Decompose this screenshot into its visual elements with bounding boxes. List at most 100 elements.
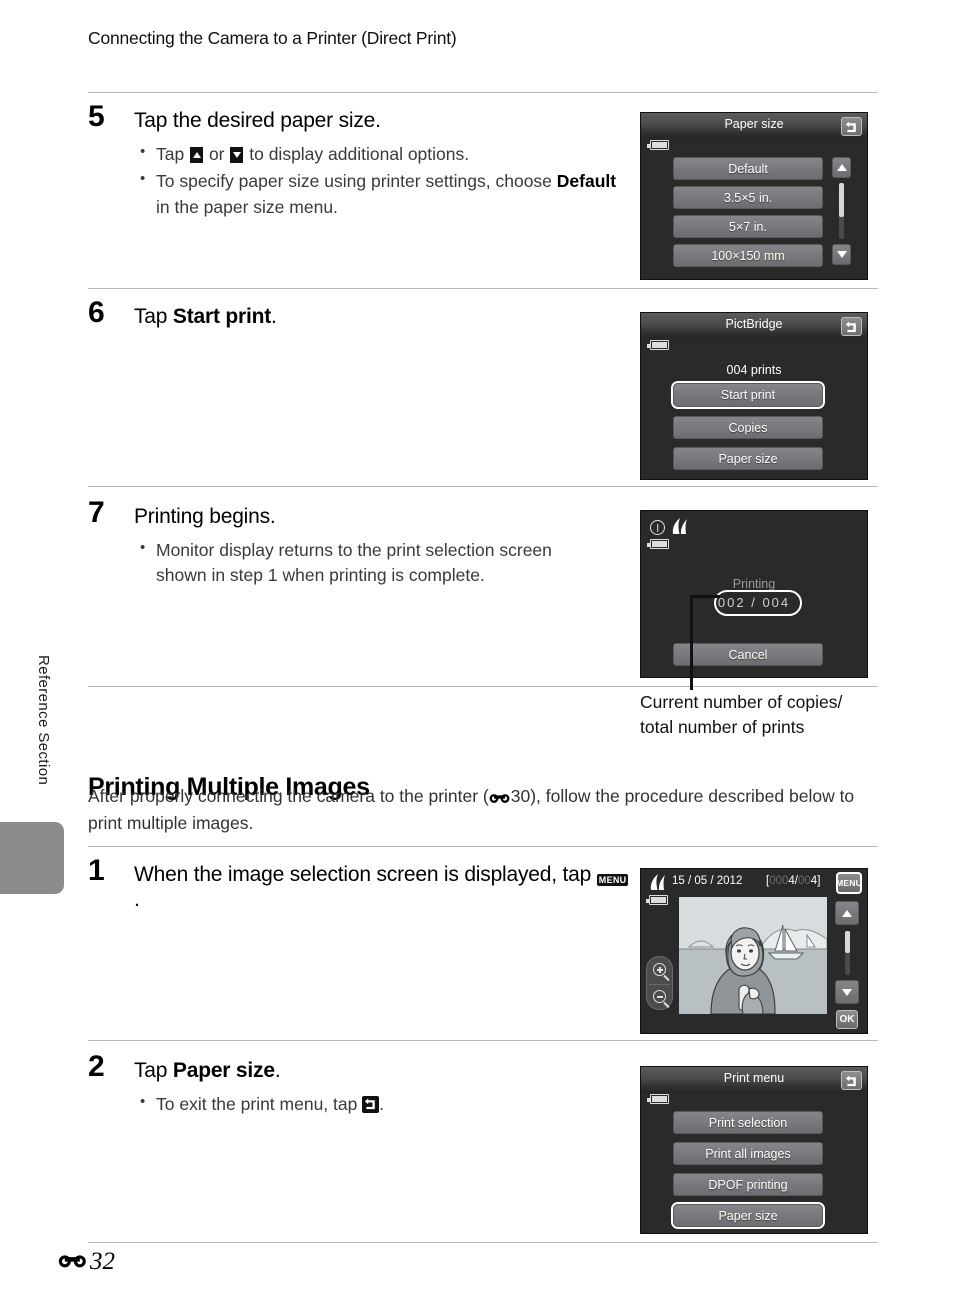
callout-leader-vertical (690, 595, 693, 690)
paper-size-option-default[interactable]: Default (673, 157, 823, 180)
back-icon[interactable] (841, 317, 862, 336)
divider (88, 92, 878, 93)
step-bullets: Monitor display returns to the print sel… (134, 537, 604, 588)
pictbridge-option-start-print[interactable]: Start print (673, 383, 823, 407)
page-number: 32 (90, 1248, 115, 1275)
battery-icon (646, 895, 668, 905)
scrollbar-track[interactable] (845, 931, 850, 975)
screen-paper-size: Paper size Default 3.5×5 in. 5×7 in. 100… (640, 112, 868, 280)
arrow-up-icon (190, 147, 204, 164)
side-tab-label: Reference Section (35, 655, 52, 786)
bullet-bold: Default (556, 171, 617, 192)
step-title-a: When the image selection screen is displ… (134, 863, 597, 886)
cancel-button[interactable]: Cancel (673, 643, 823, 666)
scroll-up-button[interactable] (832, 157, 851, 178)
step-title-bold: Paper size (172, 1059, 275, 1082)
step-title-a: Tap (134, 305, 173, 328)
step-title: Printing begins. (134, 505, 276, 528)
step-number: 2 (88, 1050, 105, 1083)
zoom-out-icon[interactable] (653, 990, 670, 1009)
back-icon[interactable] (841, 117, 862, 136)
bullet-text-a: To specify paper size using printer sett… (156, 171, 557, 192)
counter-leading-zeros-total: 00 (798, 875, 811, 887)
screen-title: Print menu (723, 1071, 785, 1085)
nikon-print-icon (669, 517, 689, 541)
screen-title: Paper size (724, 117, 784, 131)
print-menu-option-print-all-images[interactable]: Print all images (673, 1142, 823, 1165)
arrow-up-icon (836, 164, 847, 171)
battery-icon (647, 1094, 669, 1104)
divider (88, 486, 878, 487)
print-menu-option-dpof-printing[interactable]: DPOF printing (673, 1173, 823, 1196)
step-title: Tap the desired paper size. (134, 109, 381, 132)
print-menu-option-print-selection[interactable]: Print selection (673, 1111, 823, 1134)
arrow-down-icon (836, 251, 847, 258)
bullet-text-b: in the paper size menu. (156, 196, 338, 217)
screen-title: PictBridge (725, 317, 783, 331)
prints-count-label: 004 prints (726, 363, 782, 377)
callout-label: Current number of copies/ total number o… (640, 690, 890, 741)
divider (88, 1040, 878, 1041)
step-title: Tap Start print. (134, 304, 277, 329)
image-date: 15 / 05 / 2012 (672, 875, 743, 887)
divider (88, 288, 878, 289)
scrollbar-thumb[interactable] (839, 183, 844, 217)
menu-button[interactable]: MENU (836, 872, 862, 894)
step-title-bold: Start print (172, 305, 272, 328)
arrow-down-icon (230, 147, 244, 164)
counter-close-bracket: ] (817, 875, 821, 887)
scrollbar-track[interactable] (839, 183, 844, 239)
count-separator: / (751, 595, 757, 610)
ok-button[interactable]: OK (836, 1010, 858, 1029)
screen-image-selection: 15 / 05 / 2012 [0004/004] MENU OK (640, 868, 868, 1034)
step-bullets: Tap or to display additional options. To… (134, 141, 628, 220)
bullet-item: Tap or to display additional options. (134, 141, 628, 167)
zoom-controls[interactable] (646, 956, 673, 1010)
battery-icon (647, 539, 669, 549)
screen-print-menu: Print menu Print selection Print all ima… (640, 1066, 868, 1234)
bullet-text-c: to display additional options. (244, 144, 470, 165)
total-prints-number: 004 (762, 595, 791, 610)
image-counter: [0004/004] (766, 875, 820, 887)
zoom-in-icon[interactable] (653, 963, 670, 982)
bullet-text-a: To exit the print menu, tap (156, 1094, 363, 1115)
scroll-up-button[interactable] (835, 901, 859, 925)
clock-warning-icon (650, 520, 665, 535)
scroll-down-button[interactable] (835, 980, 859, 1004)
step-number: 1 (88, 854, 105, 887)
back-icon (362, 1096, 380, 1114)
arrow-up-icon (842, 909, 852, 917)
page-footer: 32 (58, 1248, 115, 1276)
nikon-print-icon (647, 873, 667, 897)
scrollbar-thumb[interactable] (845, 931, 850, 953)
print-menu-option-paper-size[interactable]: Paper size (673, 1204, 823, 1227)
paper-size-option-3p5x5[interactable]: 3.5×5 in. (673, 186, 823, 209)
callout-leader-horizontal (690, 595, 720, 598)
divider (88, 1242, 878, 1243)
battery-icon (647, 340, 669, 350)
callout-line-2: total number of prints (640, 717, 805, 738)
arrow-down-icon (842, 988, 852, 996)
image-thumbnail[interactable] (679, 897, 827, 1014)
step-title-b: . (134, 888, 140, 912)
step-title-a: Tap (134, 1059, 173, 1082)
divider (88, 846, 878, 847)
step-number: 5 (88, 100, 105, 133)
battery-icon (647, 140, 669, 150)
current-copy-number: 002 (717, 595, 746, 610)
step-title: When the image selection screen is displ… (134, 862, 634, 912)
intro-text-a: After properly connecting the camera to … (88, 786, 489, 806)
side-tab-block (0, 822, 64, 894)
back-icon[interactable] (841, 1071, 862, 1090)
e-reference-icon (489, 786, 511, 811)
step-number: 7 (88, 496, 105, 529)
scroll-down-button[interactable] (832, 244, 851, 265)
pictbridge-option-paper-size[interactable]: Paper size (673, 447, 823, 470)
paper-size-option-5x7[interactable]: 5×7 in. (673, 215, 823, 238)
pictbridge-option-copies[interactable]: Copies (673, 416, 823, 439)
e-reference-icon (58, 1251, 88, 1274)
bullet-item: Monitor display returns to the print sel… (134, 537, 604, 588)
bullet-item: To specify paper size using printer sett… (134, 168, 628, 219)
paper-size-option-100x150[interactable]: 100×150 mm (673, 244, 823, 267)
step-title-b: . (274, 1059, 281, 1082)
